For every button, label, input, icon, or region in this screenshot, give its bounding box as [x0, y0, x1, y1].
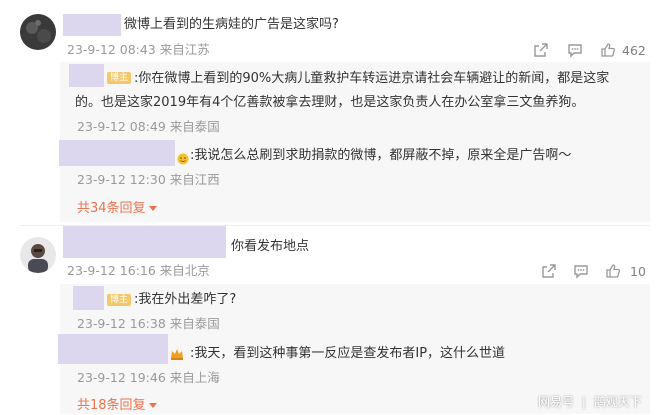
reply-text: :我说怎么总刷到求助捐款的微博，都屏蔽不掉，原来全是广告啊～: [190, 148, 572, 163]
more-replies-link[interactable]: 共34条回复: [77, 200, 157, 218]
smiley-emoji-icon: [177, 150, 189, 165]
watermark-divider: |: [581, 395, 586, 409]
comment-icon[interactable]: [567, 42, 583, 58]
username-redacted[interactable]: [58, 334, 168, 364]
watermark-left: 网易号: [538, 395, 575, 409]
watermark-right: 鹊观天下: [593, 395, 642, 409]
reply-text: :你在微博上看到的90%大病儿童救护车转运进京请社会车辆避让的新闻，都是这家: [134, 71, 610, 86]
reply-text-continued: 的。也是这家2019年有4个亿善款被拿去理财，也是这家负责人在办公室拿三文鱼养狗…: [75, 95, 585, 110]
reply-meta: 23-9-12 12:30 来自江西: [77, 172, 220, 187]
reply-text: :我在外出差咋了?: [134, 292, 237, 307]
username-redacted[interactable]: [69, 64, 104, 87]
chevron-down-icon: [148, 206, 157, 211]
reply-meta: 23-9-12 19:46 来自上海: [77, 370, 220, 385]
like-count: 10: [630, 264, 646, 279]
more-replies-link[interactable]: 共18条回复: [77, 397, 157, 415]
crown-emoji-icon: [170, 346, 184, 360]
comment-text: 你看发布地点: [231, 239, 310, 254]
username-redacted[interactable]: [63, 226, 226, 258]
reply-text: :我天，看到这种事第一反应是查发布者IP，这什么世道: [190, 346, 506, 361]
avatar[interactable]: [20, 14, 56, 50]
author-badge: 博主: [107, 294, 132, 306]
comment-meta: 23-9-12 16:16 来自北京: [67, 263, 210, 278]
username-redacted[interactable]: [73, 286, 104, 310]
username-redacted[interactable]: [59, 140, 175, 166]
reply-meta: 23-9-12 16:38 来自泰国: [77, 316, 220, 331]
like-icon[interactable]: [605, 263, 621, 279]
share-icon[interactable]: [533, 42, 549, 58]
avatar[interactable]: [20, 237, 56, 273]
share-icon[interactable]: [541, 263, 557, 279]
chevron-down-icon: [148, 403, 157, 408]
comment-text: 微博上看到的生病娃的广告是这家吗?: [124, 17, 339, 32]
comment-icon[interactable]: [573, 263, 589, 279]
more-replies-label: 共34条回复: [77, 201, 146, 216]
more-replies-label: 共18条回复: [77, 398, 146, 413]
like-count: 462: [622, 43, 646, 58]
comment-meta: 23-9-12 08:43 来自江苏: [67, 42, 210, 57]
watermark: 网易号 | 鹊观天下: [538, 393, 642, 410]
author-badge: 博主: [107, 72, 132, 84]
reply-meta: 23-9-12 08:49 来自泰国: [77, 119, 220, 134]
like-icon[interactable]: [600, 42, 616, 58]
username-redacted[interactable]: [63, 14, 121, 36]
